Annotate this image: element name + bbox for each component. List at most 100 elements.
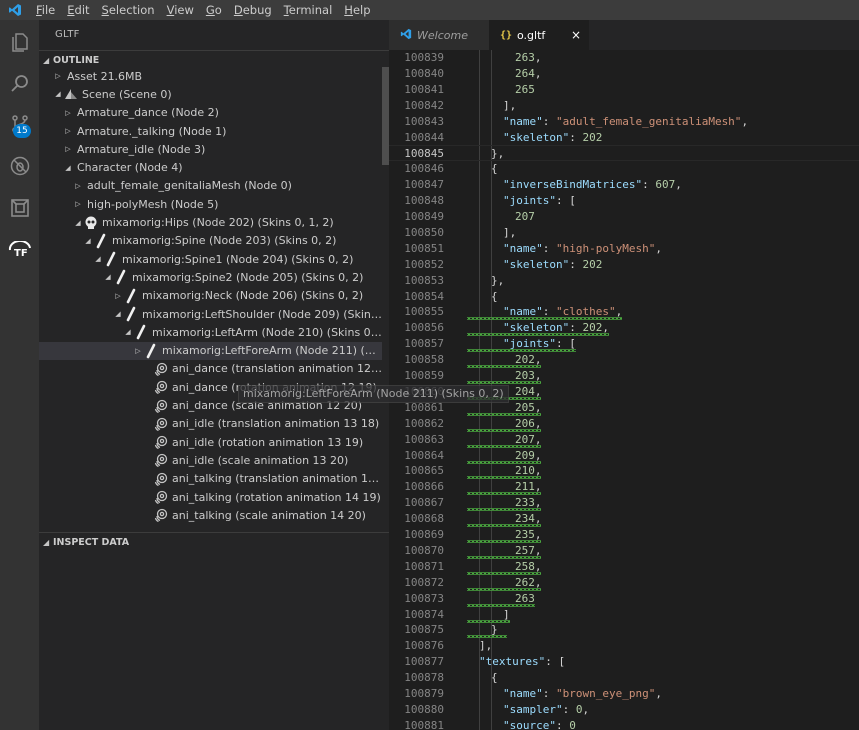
gltf-sidebar: GLTF ◢ OUTLINE ▷ Asset 21.6MB ◢ Scene (Scen…: [39, 20, 389, 730]
outline-item[interactable]: ▷ Armature_dance (Node 2): [39, 104, 382, 122]
chevron-down-icon[interactable]: ◢: [73, 219, 83, 227]
outline-item[interactable]: ◢ mixamorig:Hips (Node 202) (Skins 0, 1, …: [39, 213, 382, 231]
outline-item-label: mixamorig:Neck (Node 206) (Skins 0, 2): [142, 289, 364, 303]
outline-item[interactable]: ▷ mixamorig:LeftForeArm (Node 211) (Skins…: [39, 341, 382, 360]
code-line: 100858 202,: [389, 352, 859, 369]
outline-item-label: Armature._talking (Node 1): [77, 124, 227, 138]
outline-item[interactable]: ▷ high-polyMesh (Node 5): [39, 195, 382, 213]
menu-help[interactable]: Help: [338, 0, 376, 20]
chevron-down-icon: ◢: [43, 538, 50, 547]
chevron-right-icon[interactable]: ▷: [73, 200, 83, 208]
code-token: "name": [503, 687, 543, 700]
animation-icon: [153, 489, 169, 505]
code-token: "high-polyMesh": [556, 241, 656, 255]
outline-item[interactable]: ani_idle (rotation animation 13 19): [39, 433, 382, 451]
chevron-down-icon[interactable]: ◢: [83, 237, 93, 245]
outline-item[interactable]: ◢ mixamorig:Spine (Node 203) (Skins 0, 2): [39, 232, 382, 250]
code-line: 100865 210,: [389, 463, 859, 480]
code-token: : [: [545, 655, 566, 669]
chevron-right-icon[interactable]: ▷: [133, 347, 143, 355]
debug-icon[interactable]: [0, 148, 39, 184]
menu-selection[interactable]: Selection: [96, 0, 161, 20]
code-line: 100877 "textures": [: [389, 654, 859, 670]
outline-item[interactable]: ◢ mixamorig:Spine2 (Node 205) (Skins 0, 2…: [39, 268, 382, 286]
menu-file[interactable]: File: [30, 0, 61, 20]
chevron-down-icon[interactable]: ◢: [93, 255, 103, 263]
menu-go[interactable]: Go: [200, 0, 228, 20]
code-line: 100869 235,: [389, 527, 859, 543]
code-line: 100839 263,: [389, 50, 859, 66]
chevron-down-icon[interactable]: ◢: [63, 164, 73, 172]
outline-scrollbar[interactable]: [382, 67, 389, 165]
line-number: 100852: [404, 257, 444, 271]
outline-item[interactable]: ◢ Character (Node 4): [39, 159, 382, 177]
code-line: 100880 "sampler": 0,: [389, 702, 859, 718]
outline-item[interactable]: ▷ adult_female_genitaliaMesh (Node 0): [39, 177, 382, 195]
bone-icon: [103, 251, 119, 267]
tab-o-gltf[interactable]: {} o.gltf ×: [489, 20, 589, 50]
json-icon: {}: [499, 29, 513, 41]
outline-item[interactable]: ani_dance (translation animation 12 18): [39, 360, 382, 378]
outline-label: OUTLINE: [53, 55, 100, 66]
code-token: ,: [534, 66, 542, 80]
line-number: 100844: [404, 130, 444, 144]
menu-debug[interactable]: Debug: [228, 0, 278, 20]
outline-item[interactable]: ani_idle (scale animation 13 20): [39, 451, 382, 469]
bone-icon: [123, 288, 139, 304]
code-token: {: [491, 162, 498, 176]
chevron-down-icon[interactable]: ◢: [103, 273, 113, 281]
outline-item[interactable]: ▷ Armature._talking (Node 1): [39, 122, 382, 140]
bone-icon: [93, 233, 109, 249]
outline-item[interactable]: ani_talking (scale animation 14 20): [39, 506, 382, 524]
chevron-down-icon[interactable]: ◢: [113, 310, 123, 318]
code-line: 100878 {: [389, 670, 859, 686]
extensions-icon[interactable]: [0, 190, 39, 226]
line-number: 100841: [404, 82, 444, 96]
line-number: 100845: [404, 147, 444, 161]
scm-badge: 15: [13, 124, 31, 138]
tab-welcome[interactable]: Welcome: [389, 20, 489, 50]
outline-item[interactable]: ▷ mixamorig:Neck (Node 206) (Skins 0, 2): [39, 287, 382, 305]
outline-item[interactable]: ani_talking (translation animation 14 18…: [39, 470, 382, 488]
outline-item[interactable]: ani_talking (rotation animation 14 19): [39, 488, 382, 506]
code-text: "name": "brown_eye_png",: [503, 686, 662, 702]
chevron-right-icon[interactable]: ▷: [73, 182, 83, 190]
menu-edit[interactable]: Edit: [61, 0, 95, 20]
svg-text:TF: TF: [14, 248, 28, 259]
code-token: "brown_eye_png": [556, 687, 656, 700]
outline-item-label: mixamorig:LeftForeArm (Node 211) (Skins …: [162, 344, 382, 358]
chevron-right-icon[interactable]: ▷: [63, 145, 73, 153]
inspect-data-section-header[interactable]: ◢ INSPECT DATA: [39, 532, 389, 552]
code-text: "name": "adult_female_genitaliaMesh",: [503, 114, 748, 130]
code-text: },: [491, 146, 504, 162]
search-icon[interactable]: [0, 66, 39, 102]
outline-item[interactable]: ◢ Scene (Scene 0): [39, 85, 382, 103]
line-number: 100868: [404, 512, 444, 526]
line-number: 100873: [404, 591, 444, 605]
chevron-right-icon[interactable]: ▷: [63, 109, 73, 117]
chevron-right-icon[interactable]: ▷: [113, 292, 123, 300]
bone-icon: [113, 269, 129, 285]
chevron-right-icon[interactable]: ▷: [53, 72, 63, 80]
code-line: 100857 "joints": [: [389, 336, 859, 353]
chevron-down-icon[interactable]: ◢: [123, 328, 133, 336]
outline-item[interactable]: ◢ mixamorig:LeftArm (Node 210) (Skins 0, …: [39, 323, 382, 341]
outline-item[interactable]: ani_idle (translation animation 13 18): [39, 415, 382, 433]
close-icon[interactable]: ×: [571, 28, 581, 42]
outline-item[interactable]: ▷ Armature_idle (Node 3): [39, 140, 382, 158]
vscode-icon: [395, 28, 417, 43]
code-line: 100871 258,: [389, 559, 859, 575]
vscode-logo-icon: [0, 0, 30, 20]
outline-item[interactable]: ◢ mixamorig:Spine1 (Node 204) (Skins 0, 2…: [39, 250, 382, 268]
code-line: 100847 "inverseBindMatrices": 607,: [389, 177, 859, 193]
menu-view[interactable]: View: [161, 0, 200, 20]
chevron-right-icon[interactable]: ▷: [63, 127, 73, 135]
outline-item[interactable]: ▷ Asset 21.6MB: [39, 67, 382, 85]
menu-terminal[interactable]: Terminal: [278, 0, 339, 20]
chevron-down-icon[interactable]: ◢: [53, 90, 63, 98]
files-icon[interactable]: [0, 24, 39, 60]
gltf-icon[interactable]: TF: [0, 232, 39, 268]
outline-item[interactable]: ◢ mixamorig:LeftShoulder (Node 209) (Skin…: [39, 305, 382, 323]
code-line: 100859 203,: [389, 368, 859, 384]
code-token: 0: [569, 718, 576, 730]
